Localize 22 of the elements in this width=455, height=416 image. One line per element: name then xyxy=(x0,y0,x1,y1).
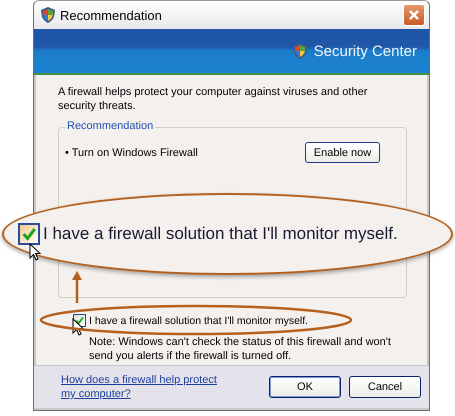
magnified-label: I have a firewall solution that I'll monitor myself. xyxy=(43,224,398,244)
shield-icon xyxy=(292,42,308,60)
window-title: Recommendation xyxy=(60,8,163,22)
checkbox-label: I have a firewall solution that I'll monitor myself. xyxy=(89,314,308,326)
intro-text: A firewall helps protect your computer against viruses and other security threats. xyxy=(58,85,368,113)
callout-arrow xyxy=(72,271,82,303)
banner-title: Security Center xyxy=(314,42,417,60)
checkbox[interactable] xyxy=(18,223,40,245)
dialog-button[interactable]: OK xyxy=(269,376,341,398)
shield-icon xyxy=(40,6,56,24)
close-button[interactable] xyxy=(403,4,425,26)
help-link[interactable]: How does a firewall help protect my computer? xyxy=(61,373,221,401)
checkmark-icon xyxy=(74,315,85,326)
note-text: Note: Windows can't check the status of this firewall and won't send you alerts if the firewall is turned off. xyxy=(89,335,392,363)
cursor-icon xyxy=(29,243,43,261)
checkmark-icon xyxy=(20,225,38,243)
enable-button[interactable]: Enable now xyxy=(305,142,380,163)
cursor-icon xyxy=(72,318,86,336)
group-label: Recommendation xyxy=(65,120,156,132)
close-icon xyxy=(408,9,420,21)
recommendation-text: • Turn on Windows Firewall xyxy=(65,146,198,158)
dialog-button[interactable]: Cancel xyxy=(349,376,421,398)
